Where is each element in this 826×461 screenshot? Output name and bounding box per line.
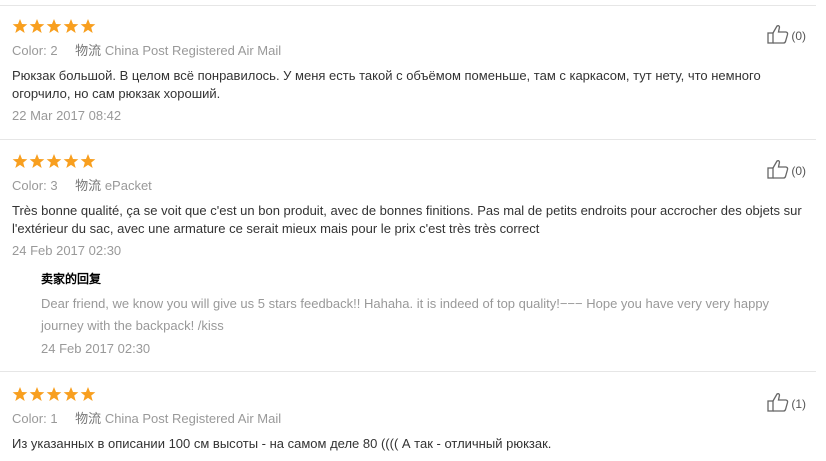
seller-reply: 卖家的回复 Dear friend, we know you will give… bbox=[41, 270, 806, 356]
color-value: 2 bbox=[50, 43, 58, 58]
star-rating bbox=[12, 153, 806, 169]
star-rating bbox=[12, 386, 806, 402]
star-rating bbox=[12, 18, 806, 34]
star-icon bbox=[80, 153, 96, 169]
star-icon bbox=[46, 18, 62, 34]
like-button[interactable]: (0) bbox=[767, 24, 806, 47]
review-text: Рюкзак большой. В целом всё понравилось.… bbox=[12, 68, 761, 101]
review-date: 24 Feb 2017 02:30 bbox=[12, 243, 122, 258]
divider bbox=[0, 5, 816, 6]
star-icon bbox=[63, 18, 79, 34]
star-icon bbox=[80, 18, 96, 34]
thumbs-up-icon[interactable] bbox=[767, 159, 789, 182]
review-meta: Color: 3 物流 ePacket bbox=[12, 175, 806, 194]
shipping-value: ePacket bbox=[104, 178, 152, 193]
shipping-label: 物流 bbox=[75, 178, 102, 193]
review-meta: Color: 1 物流 China Post Registered Air Ma… bbox=[12, 408, 806, 427]
seller-reply-text: Dear friend, we know you will give us 5 … bbox=[41, 296, 770, 333]
thumbs-up-icon[interactable] bbox=[767, 392, 789, 415]
star-icon bbox=[80, 386, 96, 402]
like-button[interactable]: (0) bbox=[767, 159, 806, 182]
review-text: Из указанных в описании 100 см высоты - … bbox=[12, 436, 552, 451]
review-meta: Color: 2 物流 China Post Registered Air Ma… bbox=[12, 40, 806, 59]
thumbs-up-icon[interactable] bbox=[767, 24, 789, 47]
review-date: 22 Mar 2017 08:42 bbox=[12, 108, 122, 123]
star-icon bbox=[12, 386, 28, 402]
star-icon bbox=[12, 153, 28, 169]
shipping-value: China Post Registered Air Mail bbox=[104, 43, 282, 58]
like-button[interactable]: (1) bbox=[767, 392, 806, 415]
seller-reply-date: 24 Feb 2017 02:30 bbox=[41, 341, 151, 356]
color-label: Color: bbox=[12, 411, 47, 426]
star-icon bbox=[46, 386, 62, 402]
color-value: 3 bbox=[50, 178, 58, 193]
review-item: Color: 3 物流 ePacket Très bonne qualité, … bbox=[12, 153, 806, 356]
color-value: 1 bbox=[50, 411, 58, 426]
star-icon bbox=[63, 153, 79, 169]
star-icon bbox=[46, 153, 62, 169]
shipping-label: 物流 bbox=[75, 411, 102, 426]
review-item: Color: 1 物流 China Post Registered Air Ma… bbox=[12, 386, 806, 453]
shipping-value: China Post Registered Air Mail bbox=[104, 411, 282, 426]
divider bbox=[0, 371, 816, 372]
review-text: Très bonne qualité, ça se voit que c'est… bbox=[12, 203, 802, 236]
color-label: Color: bbox=[12, 178, 47, 193]
shipping-label: 物流 bbox=[75, 43, 102, 58]
like-count: (0) bbox=[791, 163, 806, 178]
like-count: (0) bbox=[791, 28, 806, 43]
star-icon bbox=[29, 386, 45, 402]
like-count: (1) bbox=[791, 396, 806, 411]
divider bbox=[0, 139, 816, 140]
color-label: Color: bbox=[12, 43, 47, 58]
star-icon bbox=[63, 386, 79, 402]
seller-reply-title: 卖家的回复 bbox=[41, 272, 102, 286]
star-icon bbox=[12, 18, 28, 34]
review-item: Color: 2 物流 China Post Registered Air Ma… bbox=[12, 18, 806, 125]
star-icon bbox=[29, 18, 45, 34]
star-icon bbox=[29, 153, 45, 169]
